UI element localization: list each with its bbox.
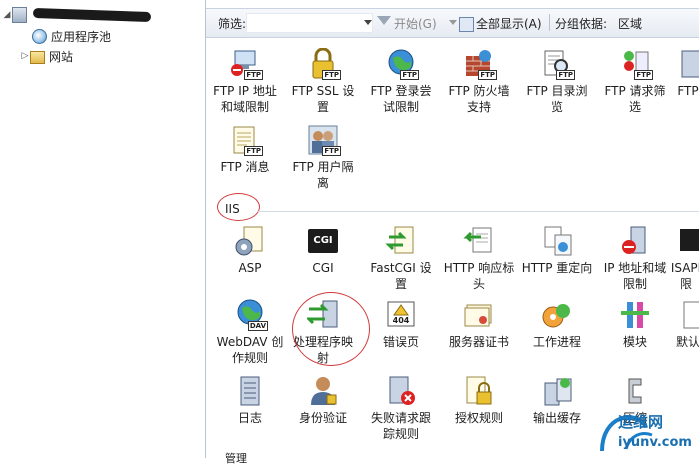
funnel-icon [377, 16, 391, 25]
log-error-icon [385, 375, 417, 407]
server-icon [12, 7, 27, 23]
site-watermark: 运维网 iyunv.com [596, 405, 696, 457]
feature-asp[interactable]: ASP [211, 225, 289, 276]
feature-ftp-user-isolation[interactable]: FTP FTP 用户隔 离 [284, 124, 362, 191]
section-header-management: 管理 [225, 452, 247, 465]
compression-clamp-icon [619, 375, 651, 407]
feature-ftp-messages[interactable]: FTP FTP 消息 [206, 124, 284, 175]
app-pool-icon [32, 28, 47, 44]
feature-logging[interactable]: 日志 [211, 375, 289, 426]
feature-http-response-headers[interactable]: HTTP 响应标 头 [440, 225, 518, 292]
cache-server-icon [541, 375, 573, 407]
feature-failed-request-tracing[interactable]: 失败请求跟 踪规则 [362, 375, 440, 442]
sites-folder-icon [30, 50, 45, 64]
feature-ftp-ip-restrictions[interactable]: FTP FTP IP 地址 和域限制 [206, 48, 284, 115]
show-all-icon [459, 17, 474, 32]
group-by-select[interactable]: 区域 [618, 15, 642, 32]
redirect-icon [541, 225, 573, 257]
server-stop-icon [619, 225, 651, 257]
server-name-redacted [32, 7, 152, 23]
show-all-button[interactable]: 全部显示(A) [476, 15, 542, 32]
highlight-circle-handler [292, 292, 370, 366]
feature-ip-domain-restrictions[interactable]: IP 地址和域 限制 [596, 225, 674, 292]
feature-default-partial[interactable]: 默认 [668, 299, 699, 350]
feature-server-certificates[interactable]: 服务器证书 [440, 299, 518, 350]
connections-tree: ◢ 应用程序池 ▷ 网站 [0, 0, 206, 458]
section-header-iis: IIS [225, 202, 240, 216]
feature-error-pages[interactable]: 404 错误页 [362, 299, 440, 350]
filter-dropdown-icon[interactable] [364, 20, 372, 25]
feature-ftp-ssl[interactable]: FTP FTP SSL 设 置 [284, 47, 362, 115]
certificate-icon [463, 299, 495, 331]
tree-node-app-pools[interactable]: 应用程序池 [22, 27, 111, 45]
feature-cgi[interactable]: CGI CGI [284, 225, 362, 276]
start-dropdown-icon[interactable] [449, 20, 457, 25]
feature-ftp-partial[interactable]: FTP [668, 48, 699, 99]
warning-page-icon: 404 [385, 299, 417, 331]
feature-ftp-firewall[interactable]: FTP FTP 防火墙 支持 [440, 48, 518, 115]
lock-document-icon [463, 375, 495, 407]
isapi-icon [670, 225, 699, 257]
tree-node-server[interactable]: ◢ [2, 6, 152, 24]
start-button[interactable]: 开始(G) [394, 15, 437, 32]
firewall-icon: FTP [463, 48, 497, 80]
modules-icon [619, 299, 651, 331]
feature-authentication[interactable]: 身份验证 [284, 375, 362, 426]
globe-dav-icon: DAV [234, 299, 268, 331]
users-icon: FTP [307, 124, 341, 156]
feature-ftp-logon-attempts[interactable]: FTP FTP 登录尝 试限制 [362, 48, 440, 115]
feature-worker-processes[interactable]: 工作进程 [518, 299, 596, 350]
filter-label: 筛选: [218, 17, 247, 31]
group-by-label: 分组依据: [555, 17, 608, 31]
arrows-document-icon [385, 225, 417, 257]
server-icon [672, 48, 699, 80]
default-document-icon [672, 299, 699, 331]
lock-icon: FTP [307, 47, 341, 80]
tree-label-app-pools: 应用程序池 [51, 29, 112, 44]
feature-ftp-request-filtering[interactable]: FTP FTP 请求筛 选 [596, 48, 674, 115]
feature-fastcgi[interactable]: FastCGI 设 置 [362, 225, 440, 292]
globe-icon: FTP [385, 48, 419, 80]
document-icon: FTP [229, 124, 263, 156]
worker-process-icon [541, 299, 573, 331]
feature-modules[interactable]: 模块 [596, 299, 674, 350]
feature-http-redirect[interactable]: HTTP 重定向 [518, 225, 596, 276]
watermark-url: iyunv.com [618, 435, 692, 450]
filter-request-icon: FTP [619, 48, 653, 80]
log-icon [234, 375, 266, 407]
tree-label-sites: 网站 [49, 49, 74, 64]
feature-output-caching[interactable]: 输出缓存 [518, 375, 596, 426]
filter-toolbar: 筛选: 开始(G) 全部显示(A) 分组依据: 区域 [206, 8, 699, 38]
filter-input[interactable] [246, 13, 373, 33]
feature-isapi-partial[interactable]: ISAPI 限 [666, 225, 699, 292]
gear-document-icon [234, 225, 266, 257]
expand-icon[interactable]: ▷ [20, 51, 30, 61]
cgi-icon: CGI [307, 225, 339, 257]
arrow-list-icon [463, 225, 495, 257]
user-key-icon [307, 375, 339, 407]
monitor-stop-icon: FTP [229, 48, 263, 80]
feature-authorization-rules[interactable]: 授权规则 [440, 375, 518, 426]
magnifier-document-icon: FTP [541, 48, 575, 80]
feature-ftp-directory-browsing[interactable]: FTP FTP 目录浏 览 [518, 48, 596, 115]
collapse-icon[interactable]: ◢ [2, 10, 12, 20]
tree-node-sites[interactable]: ▷ 网站 [20, 47, 73, 65]
watermark-brand: 运维网 [618, 413, 664, 431]
features-view: 筛选: 开始(G) 全部显示(A) 分组依据: 区域 FTP FTP IP 地址… [206, 0, 699, 465]
feature-webdav[interactable]: DAV WebDAV 创 作规则 [211, 299, 289, 366]
